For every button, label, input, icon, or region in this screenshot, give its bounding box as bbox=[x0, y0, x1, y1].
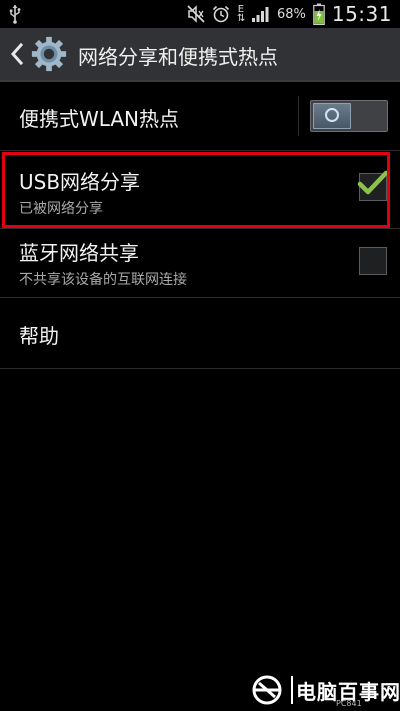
setting-help[interactable]: 帮助 bbox=[0, 298, 400, 368]
toggle-knob bbox=[313, 103, 351, 129]
alarm-icon bbox=[212, 5, 230, 23]
network-type-label: E ⇅ bbox=[236, 4, 246, 24]
usb-tethering-checkbox[interactable] bbox=[357, 170, 389, 201]
setting-usb-tethering[interactable]: USB网络分享 已被网络分享 bbox=[0, 152, 400, 228]
checkmark-icon bbox=[357, 170, 389, 195]
row-divider-vertical bbox=[298, 96, 299, 136]
setting-title: 帮助 bbox=[19, 324, 59, 348]
toggle-ring-icon bbox=[325, 108, 339, 122]
back-icon[interactable] bbox=[10, 42, 24, 66]
usb-icon bbox=[9, 5, 21, 24]
page-title: 网络分享和便携式热点 bbox=[78, 45, 278, 69]
screen: E ⇅ 68% 15:31 网络分享和便携式热点 便携式WLAN热点 USB网络… bbox=[0, 0, 400, 711]
setting-title: 蓝牙网络共享 bbox=[19, 241, 139, 265]
setting-title: 便携式WLAN热点 bbox=[19, 107, 180, 131]
status-icons: E ⇅ 68% 15:31 bbox=[187, 0, 392, 28]
status-bar: E ⇅ 68% 15:31 bbox=[0, 0, 400, 28]
setting-subtitle: 已被网络分享 bbox=[19, 201, 103, 217]
setting-subtitle: 不共享该设备的互联网连接 bbox=[19, 272, 187, 288]
clock: 15:31 bbox=[331, 2, 392, 26]
divider bbox=[0, 368, 400, 369]
setting-bluetooth-tethering[interactable]: 蓝牙网络共享 不共享该设备的互联网连接 bbox=[0, 229, 400, 297]
wlan-hotspot-toggle[interactable] bbox=[310, 100, 388, 132]
bluetooth-tethering-checkbox[interactable] bbox=[359, 247, 387, 275]
setting-title: USB网络分享 bbox=[19, 170, 141, 194]
action-bar: 网络分享和便携式热点 bbox=[0, 28, 400, 82]
settings-gear-icon[interactable] bbox=[30, 35, 68, 73]
mute-icon bbox=[187, 5, 205, 23]
watermark-small-text: PC841 bbox=[336, 699, 362, 708]
battery-percent: 68% bbox=[276, 6, 306, 22]
signal-icon bbox=[251, 7, 269, 22]
battery-charging-icon bbox=[313, 3, 325, 25]
divider bbox=[0, 150, 400, 151]
